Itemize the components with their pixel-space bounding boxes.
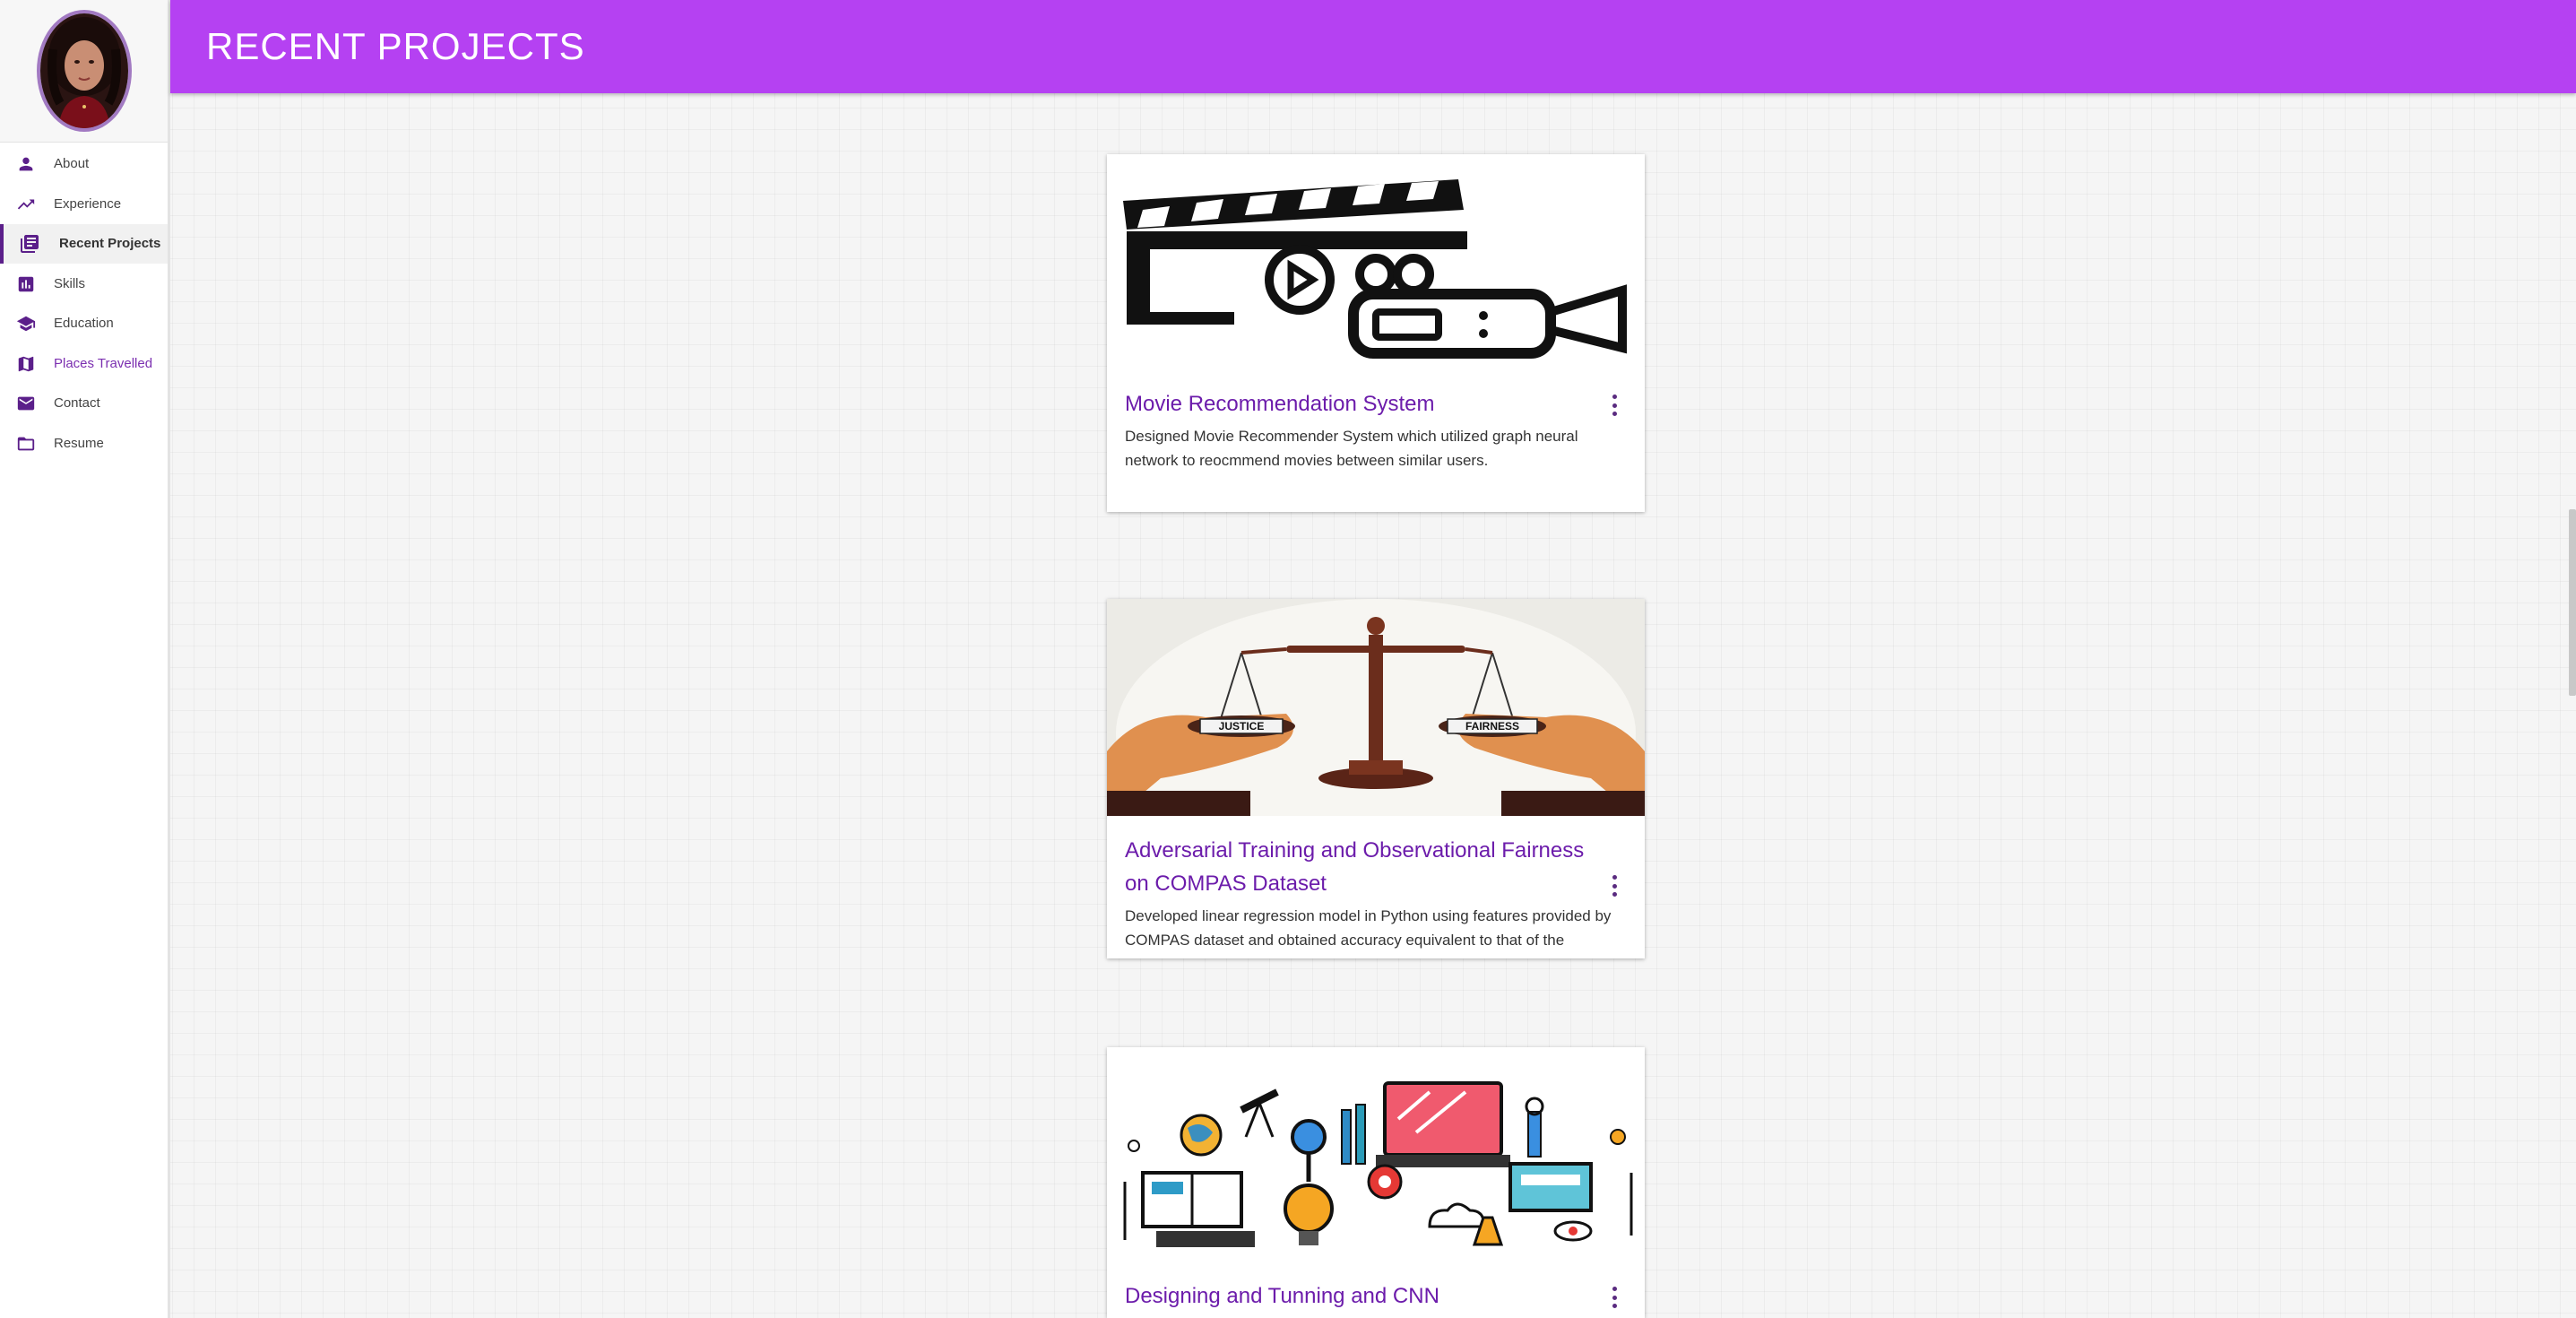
sidebar-item-places-travelled[interactable]: Places Travelled: [0, 344, 168, 384]
mail-icon: [14, 393, 38, 414]
sidebar-item-label: Resume: [54, 436, 104, 451]
more-vert-icon[interactable]: [1611, 395, 1618, 416]
project-description: Designed Movie Recommender System which …: [1125, 428, 1578, 469]
sidebar-item-experience[interactable]: Experience: [0, 185, 168, 224]
sidebar-item-label: Recent Projects: [59, 236, 161, 251]
project-description: Developed linear regression model in Pyt…: [1125, 907, 1612, 949]
profile-area: [0, 0, 168, 143]
sidebar-item-education[interactable]: Education: [0, 304, 168, 343]
sidebar-item-about[interactable]: About: [0, 144, 168, 184]
person-icon: [14, 153, 38, 175]
project-title[interactable]: Designing and Tunning and CNN: [1125, 1279, 1600, 1313]
sidebar-item-label: Contact: [54, 395, 100, 411]
map-icon: [14, 353, 38, 375]
project-card: Movie Recommendation System Designed Mov…: [1107, 154, 1645, 512]
project-title[interactable]: Adversarial Training and Observational F…: [1125, 834, 1600, 900]
science-tools-collage: [1107, 1047, 1645, 1266]
sidebar-item-label: Education: [54, 316, 114, 331]
bar-chart-icon: [14, 273, 38, 295]
page-title: RECENT PROJECTS: [206, 25, 585, 67]
scrollbar-thumb[interactable]: [2569, 509, 2576, 696]
sidebar-item-label: About: [54, 156, 90, 171]
project-card: Designing and Tunning and CNN: [1107, 1047, 1645, 1318]
sidebar-item-label: Skills: [54, 276, 86, 291]
folder-icon: [14, 433, 38, 455]
project-title[interactable]: Movie Recommendation System: [1125, 387, 1600, 421]
sidebar-item-skills[interactable]: Skills: [0, 264, 168, 304]
trending-up-icon: [14, 194, 38, 215]
sidebar: About Experience Recent Projects Skills …: [0, 0, 170, 1318]
avatar[interactable]: [36, 10, 132, 132]
sidebar-item-label: Experience: [54, 196, 122, 212]
justice-label: JUSTICE: [1219, 720, 1265, 733]
clapperboard-camera-icon: [1107, 154, 1645, 369]
more-vert-icon[interactable]: [1611, 1287, 1618, 1308]
school-icon: [14, 313, 38, 334]
app-header: RECENT PROJECTS: [170, 0, 2576, 93]
sidebar-item-label: Places Travelled: [54, 356, 153, 371]
sidebar-item-recent-projects[interactable]: Recent Projects: [0, 224, 168, 264]
sidebar-item-contact[interactable]: Contact: [0, 384, 168, 423]
sidebar-item-resume[interactable]: Resume: [0, 424, 168, 464]
fairness-label: FAIRNESS: [1465, 720, 1519, 733]
project-card: JUSTICE FAIRNESS Adversarial Training an…: [1107, 599, 1645, 958]
library-books-icon: [18, 233, 41, 255]
justice-scales-illustration: JUSTICE FAIRNESS: [1107, 599, 1645, 868]
more-vert-icon[interactable]: [1611, 875, 1618, 897]
